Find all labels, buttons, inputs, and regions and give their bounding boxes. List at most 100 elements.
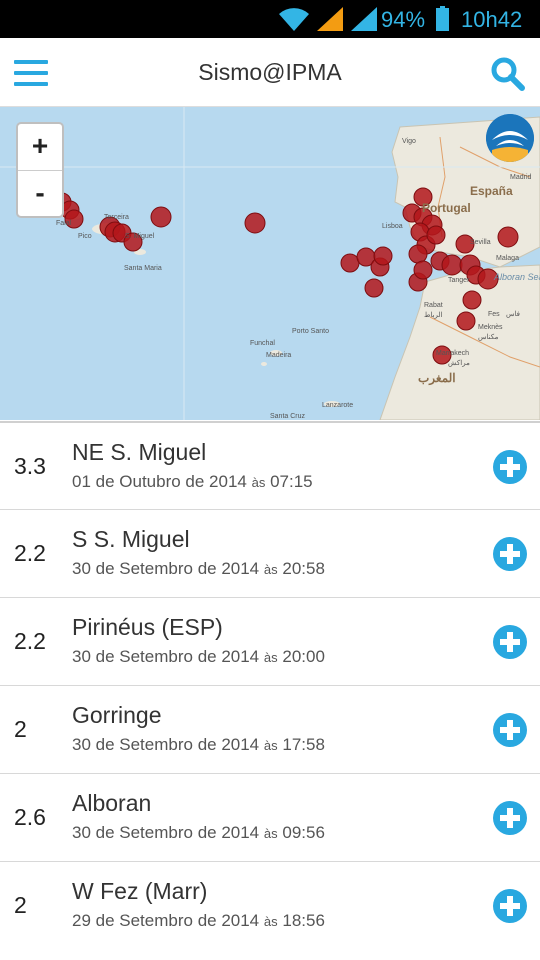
event-time-separator: às <box>263 914 278 929</box>
event-time-separator: às <box>263 826 278 841</box>
event-location: Pirinéus (ESP) <box>72 614 223 640</box>
event-location: S S. Miguel <box>72 526 190 552</box>
map-label: مكناس <box>478 333 499 341</box>
map-canvas: Faial Terceira Pico S. Miguel Santa Mari… <box>0 107 540 420</box>
list-item[interactable]: 2 Gorringe 30 de Setembro de 2014 às 17:… <box>0 685 540 773</box>
map-label: Santa Cruz <box>270 413 306 420</box>
quake-marker <box>244 212 266 234</box>
quake-marker <box>373 246 393 266</box>
map-label: Porto Santo <box>292 328 329 335</box>
quake-marker <box>340 253 360 273</box>
earthquake-map[interactable]: Faial Terceira Pico S. Miguel Santa Mari… <box>0 107 540 420</box>
event-datetime: 29 de Setembro de 2014 às 18:56 <box>72 911 325 931</box>
event-location: W Fez (Marr) <box>72 878 208 904</box>
map-label: Madrid <box>510 174 532 181</box>
map-label: Meknès <box>478 324 503 331</box>
quake-marker <box>497 226 519 248</box>
magnitude: 2.6 <box>14 804 46 830</box>
map-label: Malaga <box>496 255 519 262</box>
event-time: 20:58 <box>282 559 325 578</box>
quake-marker <box>150 206 172 228</box>
expand-plus-icon[interactable] <box>493 713 527 747</box>
quake-marker <box>456 311 476 331</box>
map-label: Vigo <box>402 138 416 145</box>
map-label: Sevilla <box>470 239 491 246</box>
event-time-separator: às <box>263 562 278 577</box>
quake-marker <box>426 225 446 245</box>
map-label: Santa Maria <box>124 265 162 272</box>
map-label: Faial <box>56 220 72 227</box>
magnitude: 2 <box>14 716 27 742</box>
event-datetime: 30 de Setembro de 2014 às 20:58 <box>72 559 325 579</box>
map-label: Lisboa <box>382 223 403 230</box>
magnitude: 2 <box>14 892 27 918</box>
list-item[interactable]: 3.3 NE S. Miguel 01 de Outubro de 2014 à… <box>0 421 540 509</box>
magnitude: 2.2 <box>14 628 46 654</box>
clock: 10h42 <box>461 7 523 32</box>
map-label: Terceira <box>104 214 129 221</box>
event-time-separator: às <box>263 738 278 753</box>
map-label: المغرب <box>418 371 456 386</box>
quake-marker <box>364 278 384 298</box>
event-location: Alboran <box>72 790 152 816</box>
event-date: 30 de Setembro de 2014 <box>72 735 260 754</box>
event-time: 20:00 <box>282 647 325 666</box>
map-label: Marrakech <box>436 350 469 357</box>
list-item[interactable]: 2.2 S S. Miguel 30 de Setembro de 2014 à… <box>0 509 540 597</box>
map-label: Lanzarote <box>322 402 353 409</box>
event-date: 30 de Setembro de 2014 <box>72 823 260 842</box>
app-bar: Sismo@IPMA <box>0 38 540 107</box>
map-label: Fes <box>488 311 500 318</box>
event-location: NE S. Miguel <box>72 439 207 465</box>
status-bar: 94% 10h42 <box>0 0 540 38</box>
event-time: 07:15 <box>270 472 313 491</box>
event-time-separator: às <box>263 650 278 665</box>
expand-plus-icon[interactable] <box>493 625 527 659</box>
magnitude: 3.3 <box>14 453 46 479</box>
map-label: Pico <box>78 233 92 240</box>
quake-marker <box>413 260 433 280</box>
zoom-in-button[interactable]: + <box>18 124 62 171</box>
map-label: مراكش <box>448 359 470 367</box>
zoom-out-button[interactable]: - <box>18 171 62 217</box>
map-label: Madeira <box>266 352 291 359</box>
battery-icon <box>436 6 449 31</box>
list-item[interactable]: 2.2 Pirinéus (ESP) 30 de Setembro de 201… <box>0 597 540 685</box>
quake-marker <box>462 290 482 310</box>
event-datetime: 01 de Outubro de 2014 às 07:15 <box>72 472 313 492</box>
map-label: Alboran Sea <box>493 272 540 282</box>
map-label: فاس <box>506 310 520 318</box>
event-time-separator: às <box>251 475 266 490</box>
expand-plus-icon[interactable] <box>493 450 527 484</box>
earthquake-list: 3.3 NE S. Miguel 01 de Outubro de 2014 à… <box>0 421 540 949</box>
event-date: 30 de Setembro de 2014 <box>72 559 260 578</box>
map-label: الرباط <box>424 311 443 319</box>
map-label: S. Miguel <box>125 233 155 240</box>
event-datetime: 30 de Setembro de 2014 às 20:00 <box>72 647 325 667</box>
event-time: 09:56 <box>282 823 325 842</box>
signal-strength-icon <box>351 7 377 31</box>
search-icon[interactable] <box>490 56 526 92</box>
event-location: Gorringe <box>72 702 162 728</box>
expand-plus-icon[interactable] <box>493 537 527 571</box>
event-time: 17:58 <box>282 735 325 754</box>
event-date: 29 de Setembro de 2014 <box>72 911 260 930</box>
ipma-logo-icon <box>486 114 534 162</box>
signal-strength-icon <box>317 7 343 31</box>
event-date: 01 de Outubro de 2014 <box>72 472 247 491</box>
wifi-icon <box>279 8 309 32</box>
quake-marker <box>441 254 463 276</box>
event-datetime: 30 de Setembro de 2014 às 09:56 <box>72 823 325 843</box>
list-item[interactable]: 2.6 Alboran 30 de Setembro de 2014 às 09… <box>0 773 540 861</box>
list-item[interactable]: 2 W Fez (Marr) 29 de Setembro de 2014 às… <box>0 861 540 949</box>
battery-percentage: 94% <box>381 7 426 32</box>
zoom-control: + - <box>16 122 64 218</box>
map-label: España <box>470 184 513 198</box>
map-label: Rabat <box>424 302 443 309</box>
app-title: Sismo@IPMA <box>198 59 342 85</box>
expand-plus-icon[interactable] <box>493 801 527 835</box>
event-datetime: 30 de Setembro de 2014 às 17:58 <box>72 735 325 755</box>
map-label: Tanger <box>448 277 470 284</box>
event-date: 30 de Setembro de 2014 <box>72 647 260 666</box>
expand-plus-icon[interactable] <box>493 889 527 923</box>
